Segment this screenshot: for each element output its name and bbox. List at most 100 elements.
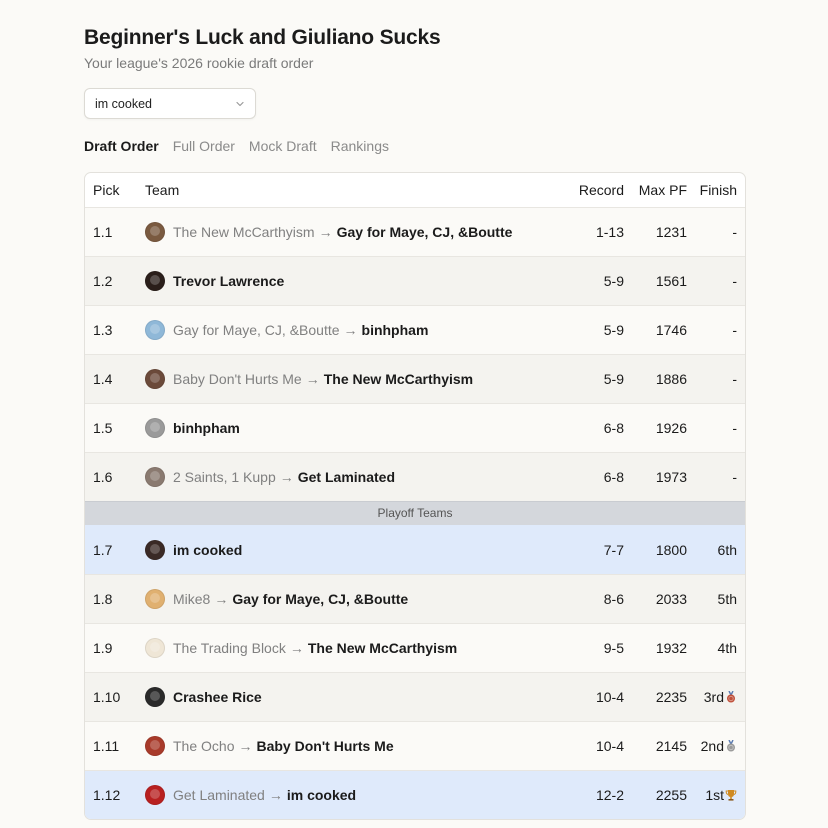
table-row[interactable]: 1.5 binhpham 6-8 1926 - (85, 403, 745, 452)
table-row[interactable]: 1.11 The Ocho → Baby Don't Hurts Me 10-4 2145… (85, 721, 745, 770)
team-cell: Baby Don't Hurts Me → The New McCarthyism (145, 369, 542, 389)
finish-cell: - (687, 273, 745, 289)
finish-cell: - (687, 469, 745, 485)
table-row[interactable]: 1.10 Crashee Rice 10-4 2235 3rd (85, 672, 745, 721)
pick-number: 1.3 (93, 322, 113, 338)
arrow-right-icon: → (305, 371, 320, 387)
finish-cell: 3rd (687, 689, 745, 705)
team-avatar (145, 785, 165, 805)
record-value: 6-8 (603, 469, 624, 485)
arrow-right-icon: → (279, 469, 294, 485)
chevron-down-icon (236, 101, 244, 106)
table-row[interactable]: 1.8 Mike8 → Gay for Maye, CJ, &Boutte 8-6 203… (85, 574, 745, 623)
team-cell: The Ocho → Baby Don't Hurts Me (145, 736, 542, 756)
table-row[interactable]: 1.6 2 Saints, 1 Kupp → Get Laminated 6-8 1973… (85, 452, 745, 501)
current-owner[interactable]: Crashee Rice (173, 689, 262, 705)
table-row[interactable]: 1.4 Baby Don't Hurts Me → The New McCarthyi… (85, 354, 745, 403)
arrow-right-icon: → (268, 787, 283, 803)
bronze-medal-icon (727, 691, 735, 703)
pick-number: 1.5 (93, 420, 113, 436)
team-cell: Gay for Maye, CJ, &Boutte → binhpham (145, 320, 542, 340)
finish-value: 3rd (703, 689, 724, 705)
team-select[interactable]: im cooked (84, 88, 256, 119)
table-header: Pick Team Record Max PF Finish (85, 173, 745, 207)
trophy-icon (725, 790, 737, 801)
finish-value: - (732, 371, 737, 387)
maxpf-value: 2235 (655, 689, 687, 705)
current-owner[interactable]: im cooked (287, 787, 356, 803)
record-value: 10-4 (595, 738, 624, 754)
header-pick: Pick (93, 182, 120, 198)
record-value: 10-4 (595, 689, 624, 705)
original-owner: The Trading Block (173, 640, 286, 656)
table-row[interactable]: 1.3 Gay for Maye, CJ, &Boutte → binhpham 5-9… (85, 305, 745, 354)
header-record: Record (578, 182, 624, 198)
header-finish: Finish (699, 182, 737, 198)
original-owner: Mike8 (173, 591, 211, 607)
arrow-right-icon: → (343, 322, 358, 338)
pick-number: 1.10 (93, 689, 121, 705)
tab-mock-draft[interactable]: Mock Draft (249, 137, 317, 155)
current-owner[interactable]: Baby Don't Hurts Me (256, 738, 393, 754)
pick-number: 1.11 (93, 738, 120, 754)
team-avatar (145, 687, 165, 707)
pick-number: 1.8 (93, 591, 113, 607)
record-value: 12-2 (595, 787, 624, 803)
maxpf-value: 1746 (655, 322, 687, 338)
finish-value: - (732, 322, 737, 338)
silver-medal-icon (727, 740, 735, 752)
record-value: 8-6 (603, 591, 624, 607)
pick-number: 1.9 (93, 640, 113, 656)
finish-value: - (732, 469, 737, 485)
record-value: 9-5 (603, 640, 624, 656)
pick-number: 1.2 (93, 273, 113, 289)
finish-cell: 2nd (687, 738, 745, 754)
maxpf-value: 2145 (655, 738, 687, 754)
playoff-teams-divider: Playoff Teams (85, 501, 745, 525)
maxpf-value: 1231 (655, 224, 687, 240)
current-owner[interactable]: Gay for Maye, CJ, &Boutte (337, 224, 513, 240)
team-cell: binhpham (145, 418, 542, 438)
tab-full-order[interactable]: Full Order (173, 137, 235, 155)
original-owner: The Ocho (173, 738, 235, 754)
finish-value: 1st (705, 787, 724, 803)
current-owner[interactable]: binhpham (173, 420, 240, 436)
record-value: 7-7 (603, 541, 624, 558)
table-row[interactable]: 1.1 The New McCarthyism → Gay for Maye, CJ,… (85, 207, 745, 256)
arrow-right-icon: → (238, 738, 253, 754)
header-maxpf: Max PF (638, 182, 687, 198)
current-owner[interactable]: binhpham (362, 322, 429, 338)
table-row[interactable]: 1.7 im cooked 7-7 1800 6th (85, 525, 745, 574)
current-owner[interactable]: The New McCarthyism (308, 640, 457, 656)
tab-draft-order[interactable]: Draft Order (84, 137, 159, 155)
current-owner[interactable]: The New McCarthyism (324, 371, 473, 387)
original-owner: 2 Saints, 1 Kupp (173, 469, 276, 485)
current-owner[interactable]: Get Laminated (298, 469, 395, 485)
team-avatar (145, 320, 165, 340)
record-value: 1-13 (595, 224, 624, 240)
pick-number: 1.7 (93, 541, 113, 558)
maxpf-value: 1932 (655, 640, 687, 656)
team-avatar (145, 467, 165, 487)
finish-cell: - (687, 224, 745, 240)
table-row[interactable]: 1.2 Trevor Lawrence 5-9 1561 - (85, 256, 745, 305)
finish-cell: - (687, 322, 745, 338)
current-owner[interactable]: Trevor Lawrence (173, 273, 284, 289)
maxpf-value: 1886 (655, 371, 687, 387)
finish-cell: 4th (687, 640, 745, 656)
record-value: 6-8 (603, 420, 624, 436)
finish-value: - (732, 273, 737, 289)
record-value: 5-9 (603, 371, 624, 387)
current-owner[interactable]: im cooked (173, 542, 242, 558)
table-row[interactable]: 1.9 The Trading Block → The New McCarthyism… (85, 623, 745, 672)
maxpf-value: 1800 (655, 541, 687, 558)
maxpf-value: 1561 (655, 273, 687, 289)
tab-rankings[interactable]: Rankings (331, 137, 389, 155)
team-avatar (145, 222, 165, 242)
team-cell: 2 Saints, 1 Kupp → Get Laminated (145, 467, 542, 487)
finish-value: 2nd (700, 738, 724, 754)
current-owner[interactable]: Gay for Maye, CJ, &Boutte (232, 591, 408, 607)
table-row[interactable]: 1.12 Get Laminated → im cooked 12-2 2255 1st (85, 770, 745, 819)
finish-value: 5th (717, 591, 737, 607)
arrow-right-icon: → (289, 640, 304, 656)
